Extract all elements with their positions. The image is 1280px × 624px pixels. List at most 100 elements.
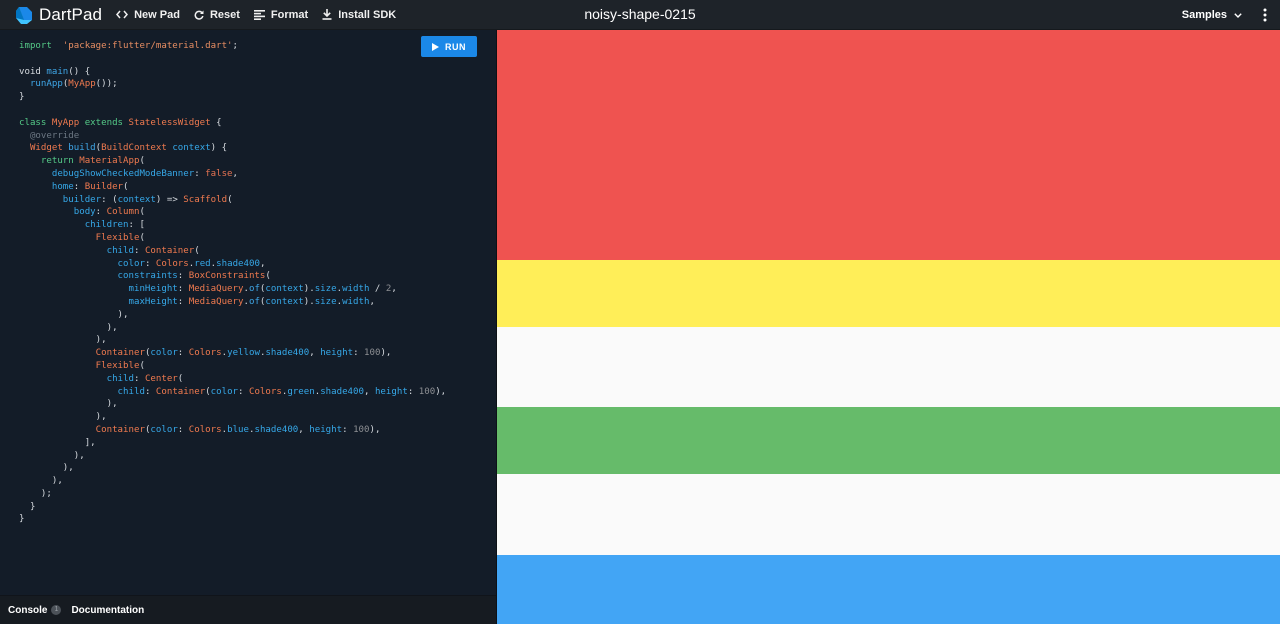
- code-token: MyApp: [46, 117, 85, 128]
- code-line[interactable]: class MyApp extends StatelessWidget {: [19, 117, 446, 130]
- code-token: shade400: [216, 258, 260, 269]
- code-token: void: [19, 66, 47, 77]
- code-token: ) =>: [155, 194, 184, 205]
- code-line[interactable]: color: Colors.red.shade400,: [19, 258, 446, 271]
- code-token: home: [19, 181, 74, 192]
- code-token: Colors: [248, 386, 282, 397]
- code-line[interactable]: body: Column(: [19, 206, 446, 219]
- code-token: ,: [391, 284, 397, 295]
- code-line[interactable]: ),: [19, 450, 446, 463]
- code-line[interactable]: ),: [19, 411, 446, 424]
- console-tab[interactable]: Console 1: [8, 605, 62, 616]
- code-line[interactable]: [19, 53, 446, 66]
- code-line[interactable]: child: Container(: [19, 245, 446, 258]
- code-line[interactable]: return MaterialApp(: [19, 155, 446, 168]
- code-token: yellow: [227, 348, 260, 359]
- code-line[interactable]: }: [19, 513, 446, 526]
- code-token: (: [139, 207, 145, 218]
- code-token: ),: [19, 476, 63, 487]
- code-token: blue: [227, 424, 249, 435]
- code-line[interactable]: debugShowCheckedModeBanner: false,: [19, 168, 446, 181]
- code-token: 100: [418, 386, 436, 397]
- code-line[interactable]: minHeight: MediaQuery.of(context).size.w…: [19, 283, 446, 296]
- code-line[interactable]: Container(color: Colors.yellow.shade400,…: [19, 347, 446, 360]
- code-line[interactable]: void main() {: [19, 66, 446, 79]
- code-line[interactable]: }: [19, 501, 446, 514]
- code-token: }: [19, 514, 25, 525]
- code-line[interactable]: ),: [19, 309, 446, 322]
- code-line[interactable]: Flexible(: [19, 360, 446, 373]
- code-token: debugShowCheckedModeBanner: [19, 168, 195, 179]
- code-token: maxHeight: [19, 296, 178, 307]
- code-line[interactable]: ],: [19, 437, 446, 450]
- code-token: child: [19, 373, 134, 384]
- code-token: :: [177, 424, 189, 435]
- format-align-icon: [253, 9, 265, 20]
- samples-dropdown[interactable]: Samples: [1182, 0, 1242, 30]
- refresh-icon: [194, 10, 204, 20]
- code-line[interactable]: children: [: [19, 219, 446, 232]
- format-label: Format: [270, 8, 309, 21]
- code-token: build: [68, 143, 96, 154]
- code-token: (: [194, 245, 200, 256]
- code-line[interactable]: runApp(MyApp());: [19, 78, 446, 91]
- code-token: (: [177, 373, 184, 384]
- play-icon: [432, 42, 439, 51]
- new-pad-button[interactable]: New Pad: [116, 0, 180, 30]
- code-line[interactable]: ),: [19, 398, 446, 411]
- code-line[interactable]: ),: [19, 334, 446, 347]
- run-button[interactable]: RUN: [421, 36, 477, 57]
- code-line[interactable]: Container(color: Colors.blue.shade400, h…: [19, 424, 446, 437]
- code-line[interactable]: child: Center(: [19, 373, 446, 386]
- code-token: ,: [298, 424, 310, 435]
- code-content[interactable]: import 'package:flutter/material.dart'; v…: [19, 40, 446, 526]
- code-token: of: [248, 284, 260, 295]
- code-token: color: [19, 258, 145, 269]
- code-token: child: [19, 245, 134, 256]
- code-token: ) {: [210, 143, 228, 154]
- code-line[interactable]: @override: [19, 130, 446, 143]
- red-container: [497, 30, 1280, 260]
- code-token: shade400: [254, 424, 299, 435]
- code-line[interactable]: [19, 104, 446, 117]
- code-line[interactable]: import 'package:flutter/material.dart';: [19, 40, 446, 53]
- code-token: shade400: [265, 348, 310, 359]
- more-vert-icon[interactable]: [1262, 8, 1268, 22]
- code-line[interactable]: child: Container(color: Colors.green.sha…: [19, 386, 447, 399]
- code-line[interactable]: constraints: BoxConstraints(: [19, 270, 446, 283]
- code-token: ),: [19, 399, 118, 410]
- code-token: (: [139, 156, 145, 167]
- code-token: (: [227, 194, 233, 205]
- code-token: return: [19, 156, 80, 167]
- code-token: Container: [19, 348, 145, 359]
- code-token: ),: [19, 309, 129, 320]
- documentation-tab[interactable]: Documentation: [71, 605, 144, 616]
- code-line[interactable]: maxHeight: MediaQuery.of(context).size.w…: [19, 296, 446, 309]
- install-sdk-button[interactable]: Install SDK: [322, 0, 396, 30]
- code-line[interactable]: builder: (context) => Scaffold(: [19, 194, 446, 207]
- format-button[interactable]: Format: [253, 0, 309, 30]
- code-line[interactable]: ),: [19, 462, 446, 475]
- code-token: Colors: [188, 424, 222, 435]
- code-line[interactable]: Flexible(: [19, 232, 446, 245]
- code-token: size: [314, 284, 337, 295]
- code-token: :: [407, 386, 419, 397]
- code-token: Center: [144, 373, 178, 384]
- code-token: : [: [128, 220, 145, 231]
- brand[interactable]: DartPad: [16, 5, 102, 25]
- code-line[interactable]: ),: [19, 475, 446, 488]
- app-preview: [497, 30, 1280, 624]
- code-line[interactable]: );: [19, 488, 446, 501]
- code-token: :: [177, 284, 189, 295]
- code-token: ],: [19, 437, 96, 448]
- reset-button[interactable]: Reset: [194, 0, 240, 30]
- code-token: Widget: [19, 143, 69, 154]
- code-line[interactable]: }: [19, 91, 446, 104]
- code-token: /: [369, 284, 386, 295]
- code-line[interactable]: Widget build(BuildContext context) {: [19, 142, 446, 155]
- code-line[interactable]: home: Builder(: [19, 181, 446, 194]
- code-token: :: [144, 386, 156, 397]
- code-token: ),: [19, 322, 118, 333]
- code-line[interactable]: ),: [19, 322, 446, 335]
- code-editor[interactable]: import 'package:flutter/material.dart'; v…: [0, 30, 497, 595]
